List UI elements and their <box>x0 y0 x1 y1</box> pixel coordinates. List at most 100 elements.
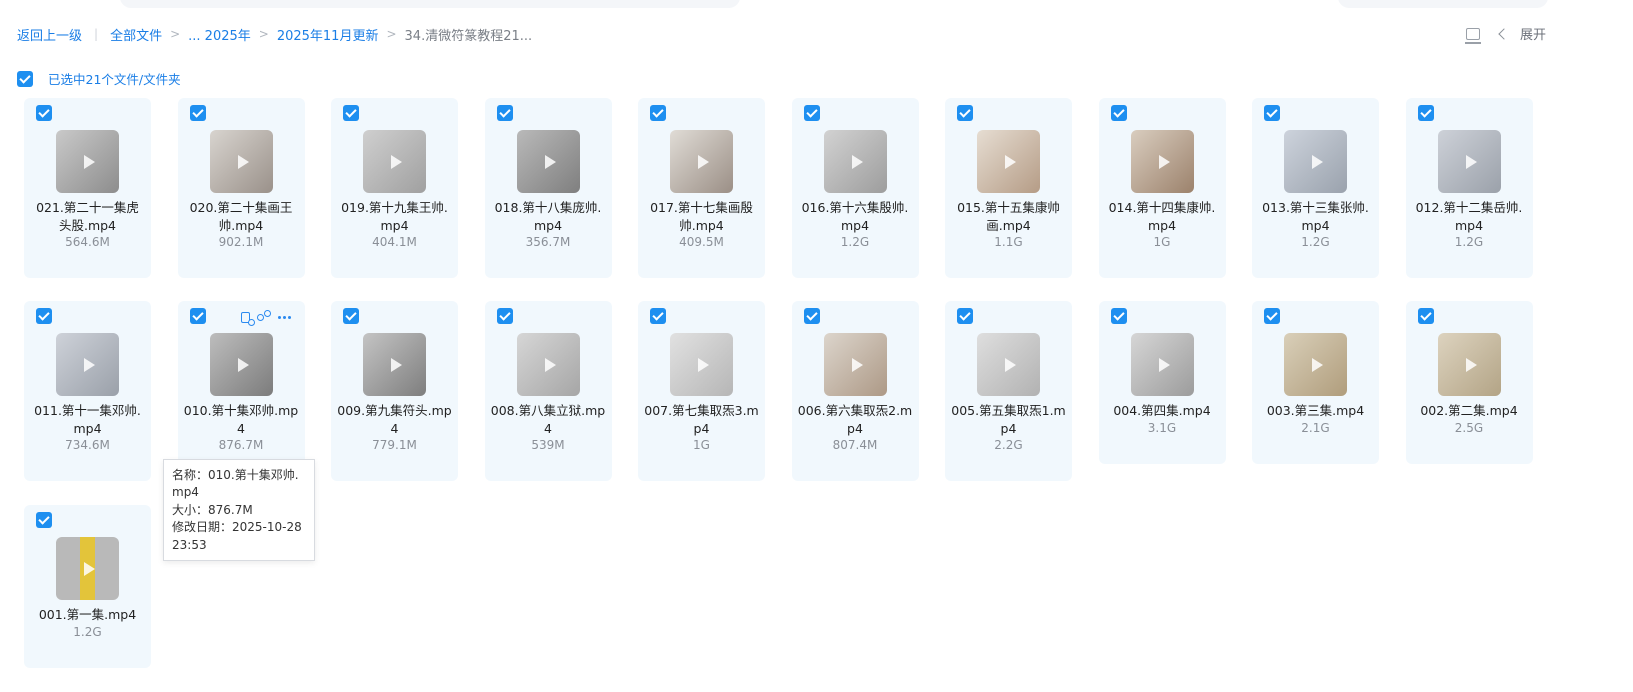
file-size: 1.2G <box>73 625 102 639</box>
video-thumbnail[interactable] <box>977 333 1040 396</box>
file-checkbox[interactable] <box>36 308 52 324</box>
video-thumbnail[interactable] <box>670 333 733 396</box>
file-size: 2.5G <box>1454 421 1484 435</box>
file-checkbox[interactable] <box>1417 105 1434 121</box>
file-size: 902.1M <box>218 235 264 249</box>
file-checkbox[interactable] <box>343 308 359 324</box>
file-checkbox[interactable] <box>1110 308 1127 324</box>
video-thumbnail[interactable] <box>1284 130 1347 193</box>
file-checkbox[interactable] <box>343 105 359 121</box>
file-size: 356.7M <box>525 235 571 249</box>
file-card[interactable]: 010.第十集邓帅.mp4 876.7M <box>177 301 305 481</box>
video-thumbnail[interactable] <box>1437 130 1501 193</box>
video-thumbnail[interactable] <box>1284 333 1347 396</box>
video-thumbnail[interactable] <box>56 130 119 193</box>
breadcrumb-year[interactable]: ... 2025年 <box>188 25 251 44</box>
chevron-right-icon: > <box>386 27 397 41</box>
video-thumbnail[interactable] <box>56 333 119 396</box>
file-checkbox[interactable] <box>957 105 973 121</box>
file-card[interactable]: 020.第二十集画王帅.mp4 902.1M <box>177 98 305 278</box>
file-checkbox[interactable] <box>803 308 820 324</box>
video-thumbnail[interactable] <box>670 130 733 193</box>
file-card[interactable]: 002.第二集.mp4 2.5G <box>1405 301 1533 464</box>
file-card[interactable]: 011.第十一集邓帅.mp4 734.6M <box>24 301 151 481</box>
breadcrumb-all-files[interactable]: 全部文件 <box>110 25 162 44</box>
file-checkbox[interactable] <box>496 308 513 324</box>
share-icon[interactable] <box>256 310 271 324</box>
video-thumbnail[interactable] <box>823 130 887 193</box>
file-checkbox[interactable] <box>650 105 666 121</box>
play-icon <box>1312 155 1323 169</box>
file-name: 005.第五集取炁1.mp4 <box>951 403 1066 436</box>
file-checkbox[interactable] <box>189 105 206 121</box>
breadcrumb-month[interactable]: 2025年11月更新 <box>277 25 379 44</box>
file-checkbox[interactable] <box>36 105 52 121</box>
file-card[interactable]: 001.第一集.mp4 1.2G <box>24 505 151 668</box>
preview-icon[interactable] <box>240 311 255 326</box>
expand-button[interactable]: 展开 <box>1520 24 1546 43</box>
file-checkbox[interactable] <box>1264 308 1280 324</box>
file-name: 008.第八集立狱.mp4 <box>490 403 606 436</box>
file-card[interactable]: 012.第十二集岳帅.mp4 1.2G <box>1405 98 1533 278</box>
search-bar[interactable] <box>120 0 740 8</box>
file-card[interactable]: 009.第九集符头.mp4 779.1M <box>331 301 458 481</box>
file-card[interactable]: 006.第六集取炁2.mp4 807.4M <box>791 301 919 481</box>
video-thumbnail[interactable] <box>56 537 119 600</box>
more-icon[interactable] <box>277 310 294 324</box>
file-size: 409.5M <box>679 235 724 249</box>
file-card[interactable]: 017.第十七集画殷帅.mp4 409.5M <box>638 98 765 278</box>
video-thumbnail[interactable] <box>977 130 1040 193</box>
file-checkbox[interactable] <box>957 308 973 324</box>
file-card[interactable]: 008.第八集立狱.mp4 539M <box>484 301 612 481</box>
file-tooltip: 名称：010.第十集邓帅.mp4 大小：876.7M 修改日期：2025-10-… <box>163 459 315 561</box>
file-checkbox[interactable] <box>1264 105 1280 121</box>
file-card[interactable]: 005.第五集取炁1.mp4 2.2G <box>945 301 1072 481</box>
video-thumbnail[interactable] <box>363 130 426 193</box>
file-checkbox[interactable] <box>496 105 513 121</box>
back-link[interactable]: 返回上一级 <box>17 25 82 44</box>
breadcrumb-divider: | <box>94 27 99 41</box>
file-card[interactable]: 018.第十八集庞帅.mp4 356.7M <box>484 98 612 278</box>
play-icon <box>391 358 402 372</box>
view-mode-icon[interactable] <box>1465 27 1481 44</box>
video-thumbnail[interactable] <box>516 130 580 193</box>
file-checkbox[interactable] <box>1417 308 1434 324</box>
file-name: 006.第六集取炁2.mp4 <box>797 403 913 436</box>
play-icon <box>1465 358 1477 372</box>
file-checkbox[interactable] <box>803 105 820 121</box>
file-card[interactable]: 021.第二十一集虎头股.mp4 564.6M <box>24 98 151 278</box>
file-checkbox[interactable] <box>650 308 666 324</box>
chevron-left-icon[interactable] <box>1498 27 1510 40</box>
play-icon <box>237 155 249 169</box>
file-name: 016.第十六集殷帅.mp4 <box>801 200 909 233</box>
file-checkbox[interactable] <box>189 308 206 324</box>
file-card[interactable]: 014.第十四集康帅.mp4 1G <box>1098 98 1226 278</box>
file-name: 013.第十三集张帅.mp4 <box>1262 200 1369 233</box>
file-card[interactable]: 016.第十六集殷帅.mp4 1.2G <box>791 98 919 278</box>
video-thumbnail[interactable] <box>823 333 887 396</box>
selection-count: 已选中21个文件/文件夹 <box>48 72 181 87</box>
file-name: 007.第七集取炁3.mp4 <box>644 403 759 436</box>
file-checkbox[interactable] <box>36 512 52 528</box>
file-card[interactable]: 013.第十三集张帅.mp4 1.2G <box>1252 98 1379 278</box>
file-size: 1.1G <box>994 235 1023 249</box>
file-name: 021.第二十一集虎头股.mp4 <box>36 200 139 233</box>
video-thumbnail[interactable] <box>1437 333 1501 396</box>
select-all-checkbox[interactable] <box>17 70 33 87</box>
video-thumbnail[interactable] <box>1130 130 1194 193</box>
search-input[interactable] <box>1338 0 1548 8</box>
file-name: 011.第十一集邓帅.mp4 <box>34 403 141 436</box>
video-thumbnail[interactable] <box>209 130 273 193</box>
video-thumbnail[interactable] <box>209 333 273 396</box>
file-name: 010.第十集邓帅.mp4 <box>183 403 299 436</box>
file-card[interactable]: 007.第七集取炁3.mp4 1G <box>638 301 765 481</box>
file-card[interactable]: 015.第十五集康帅画.mp4 1.1G <box>945 98 1072 278</box>
file-card[interactable]: 019.第十九集王帅.mp4 404.1M <box>331 98 458 278</box>
video-thumbnail[interactable] <box>516 333 580 396</box>
file-card[interactable]: 003.第三集.mp4 2.1G <box>1252 301 1379 464</box>
file-checkbox[interactable] <box>1110 105 1127 121</box>
file-card[interactable]: 004.第四集.mp4 3.1G <box>1098 301 1226 464</box>
video-thumbnail[interactable] <box>1130 333 1194 396</box>
play-icon <box>544 155 556 169</box>
video-thumbnail[interactable] <box>363 333 426 396</box>
